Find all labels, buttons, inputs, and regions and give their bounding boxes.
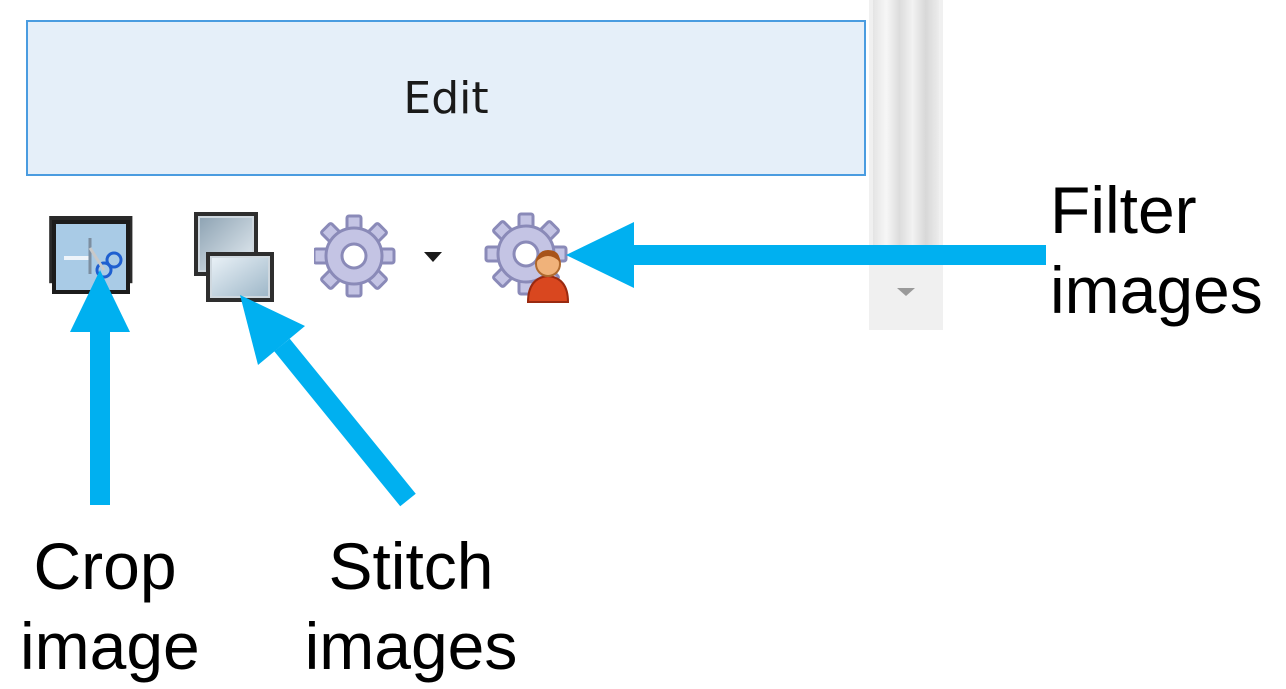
edit-tab[interactable]: Edit (26, 20, 866, 176)
callout-line: images (1050, 253, 1263, 327)
gear-dropdown-icon (314, 214, 442, 298)
edit-tab-label: Edit (403, 72, 489, 124)
scroll-down-button[interactable] (869, 262, 943, 322)
chevron-down-icon (897, 288, 915, 296)
crop-image-callout: Crop image (20, 526, 200, 686)
crop-image-button[interactable] (46, 208, 136, 304)
filter-callout-arrow (566, 222, 1046, 288)
stitch-callout-arrow (240, 295, 416, 507)
callout-line: Filter (1050, 173, 1197, 247)
filter-images-callout: Filter images (1050, 170, 1263, 330)
callout-line: image (20, 609, 200, 683)
crop-callout-arrow (70, 270, 130, 505)
vertical-scrollbar[interactable] (869, 0, 943, 330)
filter-images-button[interactable] (484, 208, 584, 304)
stitch-images-button[interactable] (190, 208, 280, 304)
callout-line: Stitch (328, 529, 494, 603)
stitch-images-callout: Stitch images (296, 526, 526, 686)
callout-line: images (304, 609, 518, 683)
chevron-down-icon (424, 252, 442, 262)
scrollbar-thumb[interactable] (873, 0, 939, 262)
crop-scissors-icon (49, 216, 133, 294)
gear-person-icon (484, 212, 570, 303)
stitch-images-icon (194, 212, 274, 302)
settings-dropdown-button[interactable] (314, 208, 458, 304)
callout-line: Crop (33, 529, 177, 603)
